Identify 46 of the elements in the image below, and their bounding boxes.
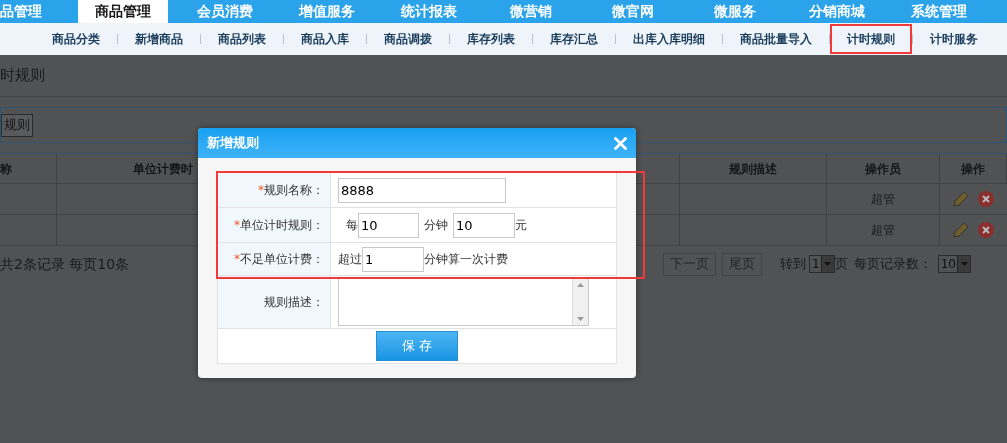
scroll-up-icon[interactable] <box>577 283 584 287</box>
column-header: 操作 <box>940 154 1007 183</box>
input-field[interactable]: 1 <box>362 246 424 272</box>
pencil-icon[interactable] <box>953 222 969 238</box>
delete-icon[interactable] <box>978 222 994 238</box>
delete-icon[interactable] <box>978 191 994 207</box>
field-label: 规则描述： <box>264 294 324 311</box>
scrollbar[interactable] <box>572 279 588 325</box>
page-suffix: 页 <box>834 255 848 274</box>
sub-nav-link[interactable]: 库存汇总 <box>533 24 615 54</box>
sub-nav-link[interactable]: 出库入库明细 <box>616 24 722 54</box>
pencil-icon[interactable] <box>953 191 969 207</box>
field-text: 元 <box>515 217 527 234</box>
field-text: 超过 <box>338 251 362 268</box>
sub-nav-link[interactable]: 商品列表 <box>201 24 283 54</box>
sub-nav-link[interactable]: 商品入库 <box>284 24 366 54</box>
top-nav-tab[interactable]: 商品管理 <box>78 0 168 23</box>
page-title: 时规则 <box>0 65 45 87</box>
sub-nav-link[interactable]: 新增商品 <box>118 24 200 54</box>
input-field[interactable]: 10 <box>453 212 515 238</box>
input-field[interactable]: 8888 <box>338 177 506 203</box>
sub-nav-link[interactable]: 库存列表 <box>450 24 532 54</box>
required-mark: * <box>234 217 240 234</box>
required-mark: * <box>258 182 264 199</box>
column-header: 规则描述 <box>680 154 827 183</box>
sub-nav-link[interactable]: 商品调拨 <box>367 24 449 54</box>
sub-nav-link[interactable]: 计时规则 <box>830 24 912 54</box>
field-label: 单位计时规则： <box>240 217 324 234</box>
caret-icon <box>957 256 970 272</box>
required-mark: * <box>234 251 240 268</box>
field-text: 每 <box>346 217 358 234</box>
field-label: 规则名称： <box>264 182 324 199</box>
sub-nav-link[interactable]: 商品批量导入 <box>723 24 829 54</box>
sub-nav-link[interactable]: 商品分类 <box>35 24 117 54</box>
close-icon[interactable] <box>614 136 627 150</box>
dialog-title: 新增规则 <box>207 134 259 153</box>
field-text: 分钟 <box>424 217 448 234</box>
column-header: 操作员 <box>827 154 940 183</box>
field-label: 不足单位计费： <box>240 251 324 268</box>
input-field[interactable]: 10 <box>358 212 419 238</box>
column-header: 称 <box>0 154 57 183</box>
sub-nav-link[interactable]: 计时服务 <box>913 24 995 54</box>
description-field[interactable] <box>338 278 589 326</box>
scroll-down-icon[interactable] <box>577 317 584 321</box>
field-text: 分钟算一次计费 <box>424 251 508 268</box>
caret-icon <box>820 256 834 272</box>
